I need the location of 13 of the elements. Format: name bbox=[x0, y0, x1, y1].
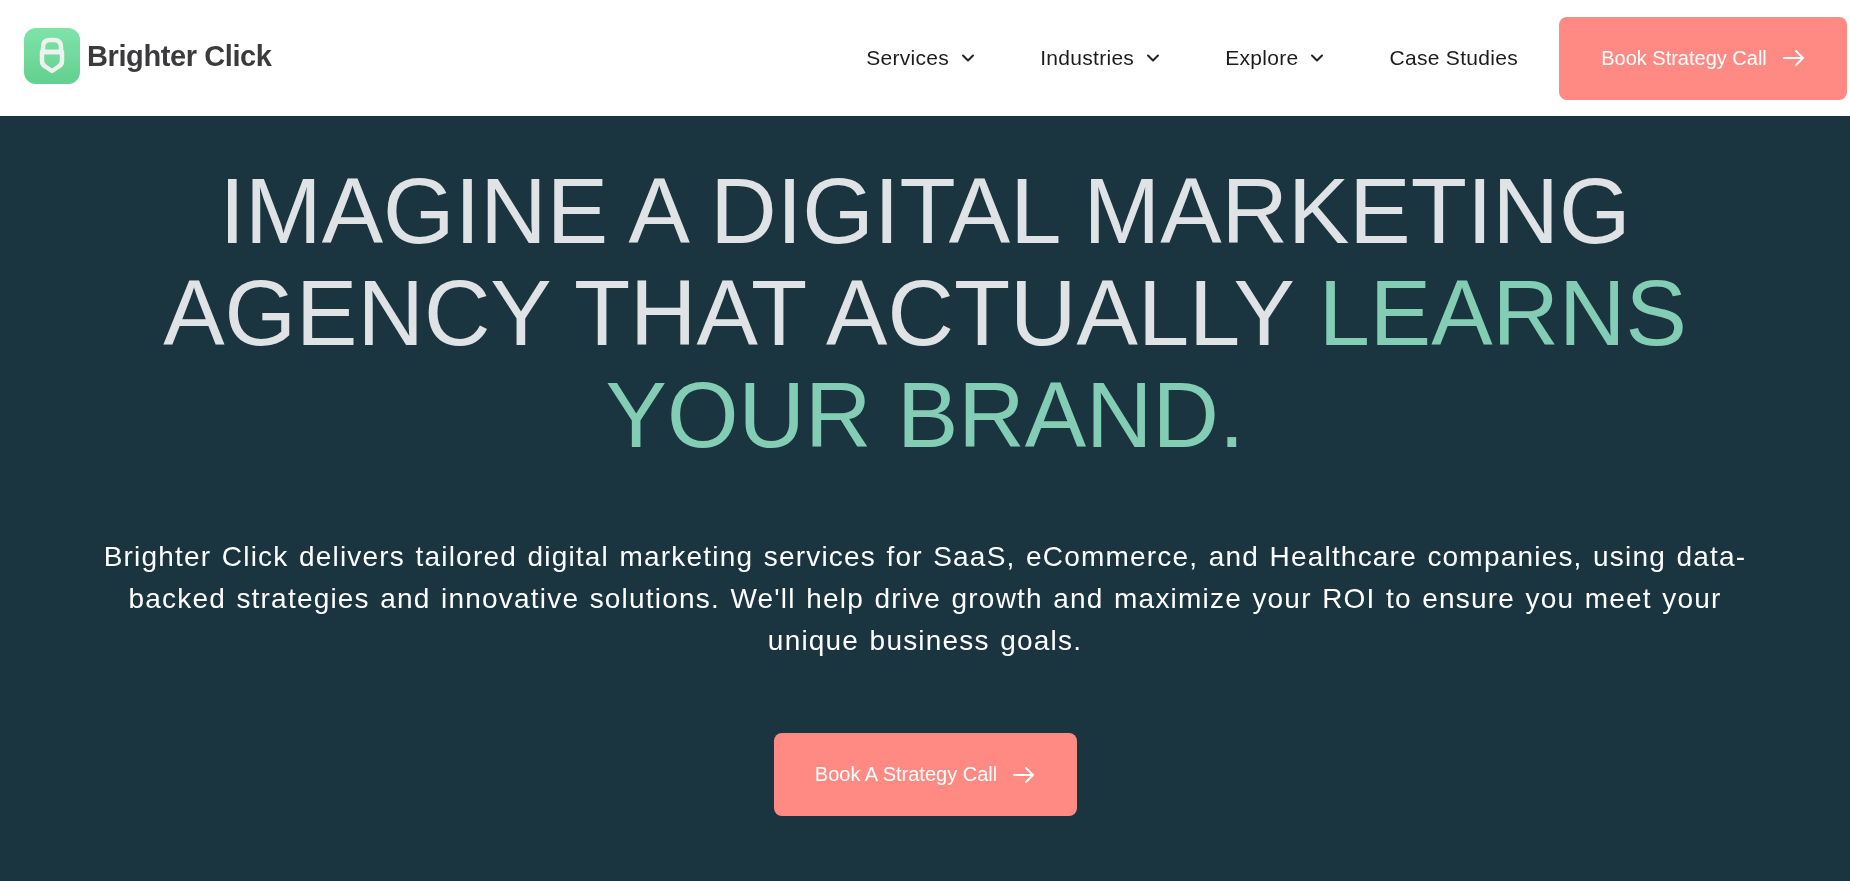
hero-description: Brighter Click delivers tailored digital marketing services for SaaS, eCommerce, and Healthcare companies, using data-backed strategies and innovative solutions. We'll help drive growth and maximize your ROI to ensure you meet your unique business goals. bbox=[102, 540, 1748, 658]
logo-icon[interactable] bbox=[24, 28, 80, 84]
chevron-down-icon bbox=[1147, 54, 1160, 62]
hero-headline: IMAGINE A DIGITAL MARKETING AGENCY THAT ACTUALLY LEARNS YOUR BRAND. bbox=[162, 160, 1688, 466]
nav-link[interactable]: Explore bbox=[1225, 42, 1324, 74]
nav-link[interactable]: Case Studies bbox=[1389, 42, 1518, 74]
nav-link[interactable]: Industries bbox=[1040, 42, 1160, 74]
arrow-right-icon bbox=[1782, 50, 1805, 66]
arrow-right-icon bbox=[1013, 766, 1036, 783]
chevron-down-icon bbox=[1311, 54, 1324, 62]
brand-name[interactable]: Brighter Click bbox=[87, 39, 272, 73]
chevron-down-icon bbox=[962, 54, 975, 62]
nav-link[interactable]: Services bbox=[866, 42, 975, 74]
